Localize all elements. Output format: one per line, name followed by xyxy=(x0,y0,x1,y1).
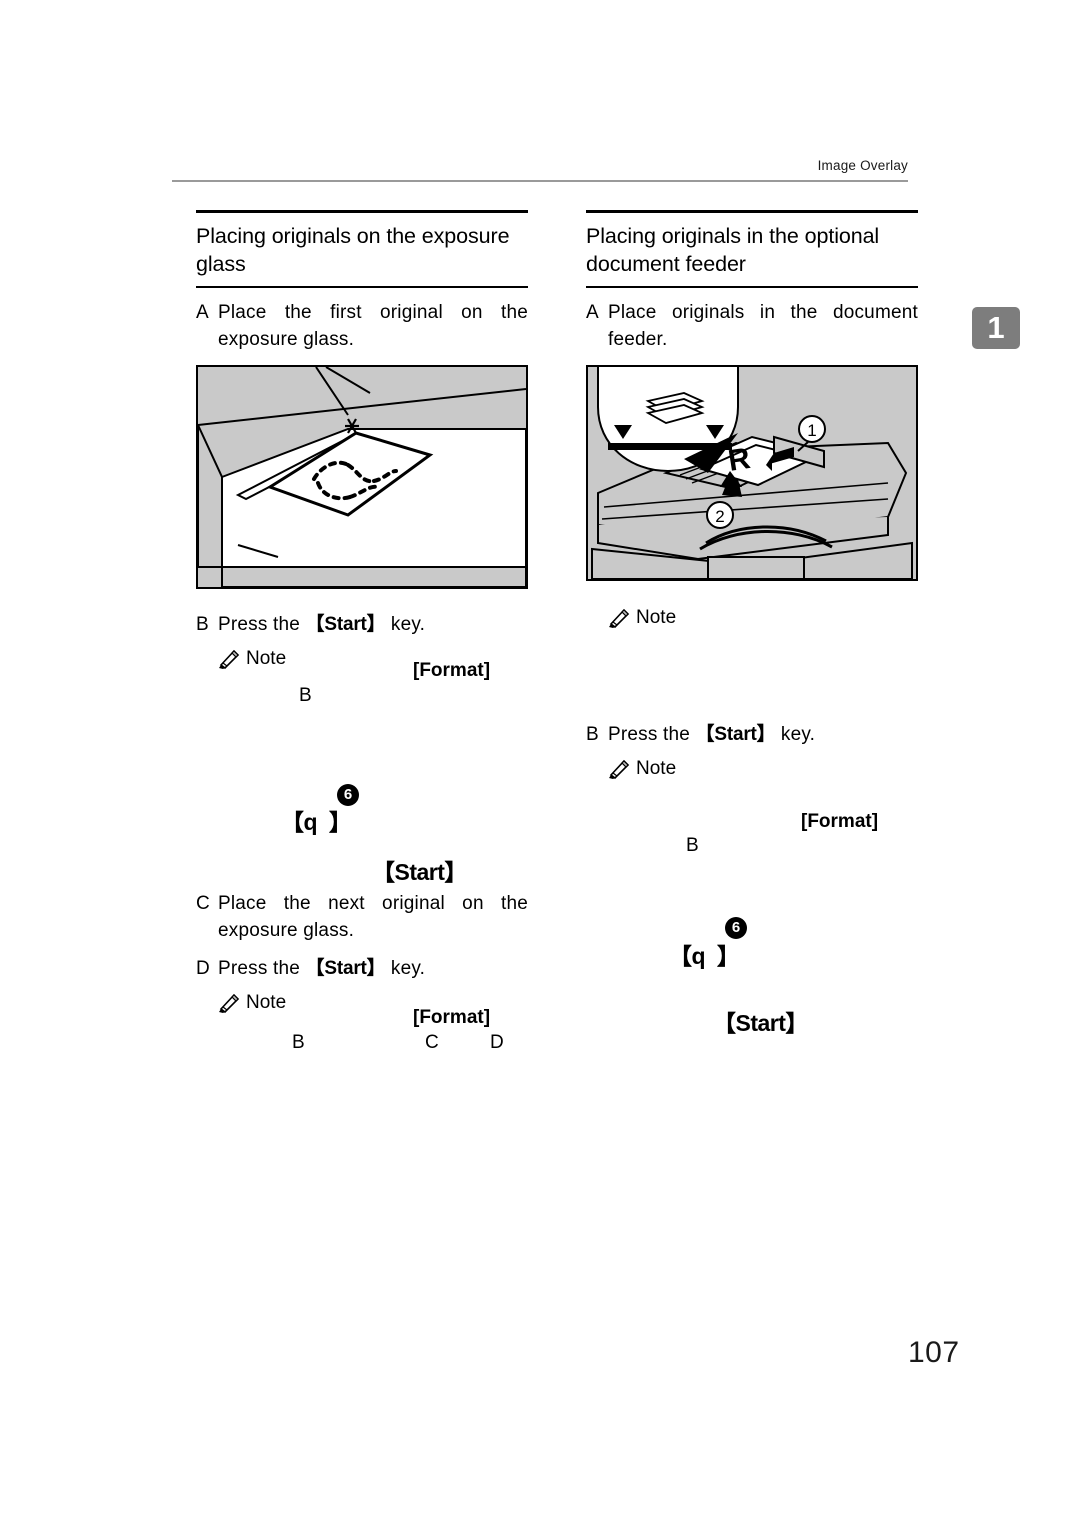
callout-1: 1 xyxy=(807,421,816,440)
step-marker: A xyxy=(196,302,209,323)
start-keycap: 【Start】 xyxy=(305,614,386,635)
note-label: Note xyxy=(246,648,287,669)
pencil-icon xyxy=(219,649,240,669)
step-marker: C xyxy=(196,893,210,914)
document-feeder-illustration: R 1 2 xyxy=(586,365,918,581)
step-text-before: Press the xyxy=(608,724,696,745)
section-heading-right: Placing originals in the optional docume… xyxy=(586,224,880,276)
step-text-after: key. xyxy=(385,958,426,979)
heading-rule-bottom xyxy=(196,286,528,288)
clear-modes-keycap: 【q 】 xyxy=(281,809,352,835)
pencil-icon xyxy=(609,608,630,628)
step-marker: B xyxy=(586,724,599,745)
step-text: Press the 【Start】 key. xyxy=(218,611,528,638)
start-keycap: 【Start】 xyxy=(695,724,776,745)
document-feeder-drawing: R 1 2 xyxy=(588,367,916,579)
step-text: Place the next original on the exposure … xyxy=(218,893,528,941)
step-b: B Press the 【Start】 key. xyxy=(196,611,528,638)
clear-modes-keycap: 【q 】 xyxy=(669,943,740,969)
format-keycap: [Format] xyxy=(413,660,491,681)
step-c: C Place the next original on the exposur… xyxy=(196,890,528,944)
format-keycap: [Format] xyxy=(413,1007,491,1028)
step-d: D Press the 【Start】 key. xyxy=(196,955,528,982)
chapter-tab: 1 xyxy=(972,307,1020,349)
step-marker: D xyxy=(196,958,210,979)
start-keycap: 【Start】 xyxy=(305,958,386,979)
note-label: Note xyxy=(636,607,677,628)
heading-rule-bottom xyxy=(586,286,918,288)
step-bullet-6: 6 xyxy=(725,917,747,939)
pencil-icon xyxy=(219,993,240,1013)
callout-2: 2 xyxy=(715,507,724,526)
step-bullet-6: 6 xyxy=(337,784,359,806)
step-text: Press the 【Start】 key. xyxy=(218,955,528,982)
column-left: Placing originals on the exposure glass … xyxy=(196,210,528,1014)
note-block: Note xyxy=(608,758,918,780)
step-text: Place the first original on the exposure… xyxy=(218,302,528,350)
step-text-before: Press the xyxy=(218,958,306,979)
column-right: Placing originals in the optional docume… xyxy=(586,210,918,780)
format-keycap: [Format] xyxy=(801,811,879,832)
pencil-icon xyxy=(609,759,630,779)
orphan-letter: B xyxy=(686,835,699,856)
note-block: Note xyxy=(608,607,918,629)
orphan-letter: B xyxy=(292,1032,305,1053)
step-a: A Place the first original on the exposu… xyxy=(196,299,528,353)
exposure-glass-drawing xyxy=(198,367,526,587)
orphan-letter: C xyxy=(425,1032,439,1053)
orphan-letter: B xyxy=(299,685,312,706)
section-heading-left: Placing originals on the exposure glass xyxy=(196,224,510,276)
start-keycap: 【Start】 xyxy=(372,859,467,885)
header-rule xyxy=(172,180,908,182)
step-text: Press the 【Start】 key. xyxy=(608,721,918,748)
step-marker: A xyxy=(586,302,599,323)
step-marker: B xyxy=(196,614,209,635)
step-a: A Place originals in the document feeder… xyxy=(586,299,918,353)
orphan-letter: D xyxy=(490,1032,504,1053)
note-label: Note xyxy=(636,758,677,779)
step-text: Place originals in the document feeder. xyxy=(608,302,918,350)
step-b: B Press the 【Start】 key. xyxy=(586,721,918,748)
exposure-glass-illustration: ZDCH110E xyxy=(196,365,528,589)
note-label: Note xyxy=(246,992,287,1013)
step-text-after: key. xyxy=(385,614,426,635)
step-text-after: key. xyxy=(775,724,816,745)
page-number: 107 xyxy=(908,1336,960,1369)
start-keycap: 【Start】 xyxy=(713,1010,808,1036)
running-header: Image Overlay xyxy=(817,158,908,173)
step-text-before: Press the xyxy=(218,614,306,635)
